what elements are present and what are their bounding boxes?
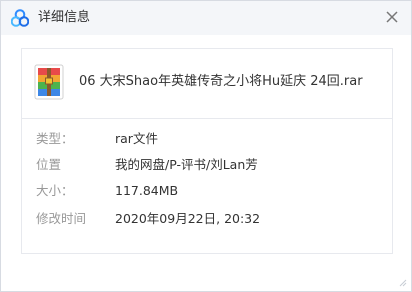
details-panel: 06 大宋Shao年英雄传奇之小将Hu延庆 24回.rar 类型： rar文件 …: [21, 48, 393, 254]
location-value[interactable]: 我的网盘/P-评书/刘Lan芳: [115, 155, 258, 175]
info-row-location: 位置 我的网盘/P-评书/刘Lan芳: [22, 155, 392, 175]
details-dialog: 详细信息 06 大宋Shao年英雄传奇之小将Hu延庆 24回.rar 类型： r…: [0, 0, 412, 292]
type-label: 类型：: [36, 131, 74, 146]
title-bar[interactable]: 详细信息: [1, 1, 411, 35]
size-label: 大小：: [36, 183, 74, 198]
rar-archive-icon: [34, 64, 64, 100]
close-icon[interactable]: [385, 10, 399, 24]
modified-value: 2020年09月22日, 20:32: [115, 211, 261, 226]
info-row-modified: 修改时间 2020年09月22日, 20:32: [22, 209, 392, 229]
modified-label: 修改时间: [36, 211, 87, 226]
file-header: 06 大宋Shao年英雄传奇之小将Hu延庆 24回.rar: [22, 49, 392, 119]
resize-grip-icon[interactable]: [397, 277, 407, 287]
size-value: 117.84MB: [115, 183, 179, 198]
dialog-title: 详细信息: [38, 10, 91, 25]
cloud-icon: [11, 9, 29, 27]
file-name: 06 大宋Shao年英雄传奇之小将Hu延庆 24回.rar: [79, 74, 363, 89]
info-row-type: 类型： rar文件: [22, 129, 392, 149]
divider: [22, 118, 392, 119]
info-row-size: 大小： 117.84MB: [22, 181, 392, 201]
location-label: 位置: [36, 157, 62, 172]
type-value: rar文件: [115, 131, 158, 146]
